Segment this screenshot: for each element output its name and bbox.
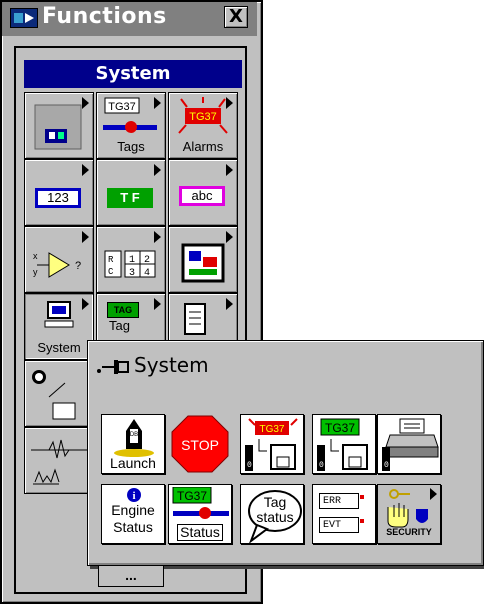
tag-log-button[interactable]: TG37 0 [312,414,376,474]
waveform-icon [31,439,89,485]
array-subpalette[interactable]: RC 12 34 [96,226,166,293]
alarm-log-icon: TG37 0 [245,418,298,471]
evt-field: EVT [319,517,359,533]
system-subpalette[interactable]: System [24,293,94,360]
svg-text:2: 2 [144,255,150,266]
tag-status-bubble-line1: Tag [263,494,287,510]
submenu-arrow-icon [154,231,161,243]
svg-text:0: 0 [384,461,389,470]
category-header: System [24,60,242,88]
stop-button[interactable]: STOP [168,414,232,474]
submenu-arrow-icon [226,298,233,310]
tag-status-button[interactable]: TG37 Status [168,484,232,544]
err-field: ERR [319,493,359,509]
tag-caption: Tag [109,318,130,333]
svg-text:STOP: STOP [181,437,219,453]
printer-button[interactable]: 0 [377,414,441,474]
timing-icon [32,370,76,420]
file-icon [184,303,206,335]
security-icon [387,489,428,528]
more-button[interactable]: ... [98,565,164,587]
svg-text:x: x [33,251,38,261]
window-title: Functions [42,4,167,29]
boolean-subpalette[interactable]: T F [96,159,166,226]
svg-text:0: 0 [247,461,252,470]
submenu-arrow-icon [154,298,161,310]
info-icon: i [127,488,141,502]
tag-status-label: Status [177,524,223,541]
alarms-icon: TG37 [178,97,228,134]
system-palette-title: System [134,353,209,377]
computer-icon [44,301,74,328]
launch-rocket-icon: DB [114,419,154,457]
string-icon: abc [179,186,225,206]
comparison-icon: xy ? [33,251,81,278]
svg-text:1: 1 [129,255,135,266]
string-subpalette[interactable]: abc [168,159,238,226]
svg-text:4: 4 [144,268,150,279]
system-caption: System [37,340,81,355]
numeric-icon: 123 [35,188,81,208]
tag-status-icon: TG37 [172,487,229,519]
engine-status-line2: Status [113,519,153,535]
alarm-log-button[interactable]: TG37 0 [240,414,304,474]
launch-button[interactable]: DB Launch [101,414,165,474]
evt-indicator-icon [360,519,364,523]
printer-icon: 0 [382,418,439,471]
svg-text:y: y [33,267,38,277]
engine-status-button[interactable]: i Engine Status [101,484,165,544]
tags-caption: Tags [117,139,145,154]
numeric-subpalette[interactable]: 123 [24,159,94,226]
panel-icon [34,104,82,150]
array-icon: RC 12 34 [104,250,156,279]
submenu-arrow-icon [82,231,89,243]
svg-text:TG37: TG37 [177,489,207,503]
timing-subpalette[interactable] [24,360,94,427]
svg-text:3: 3 [129,268,135,279]
tags-subpalette[interactable]: TG37 Tags [96,92,166,159]
panel-subpalette[interactable] [24,92,94,159]
submenu-arrow-icon [82,298,89,310]
launch-label: Launch [110,455,156,471]
submenu-arrow-icon [154,164,161,176]
svg-text:?: ? [75,260,81,272]
svg-text:TG37: TG37 [189,111,217,123]
tag-icon: TAG [107,302,139,318]
submenu-arrow-icon [82,164,89,176]
security-subpalette[interactable]: SECURITY [377,484,441,544]
svg-text:0: 0 [319,461,324,470]
svg-text:C: C [108,267,114,277]
engine-status-line1: Engine [111,502,155,518]
cluster-subpalette[interactable] [168,226,238,293]
svg-text:R: R [108,255,114,265]
submenu-arrow-icon [226,164,233,176]
pin-icon[interactable] [96,356,132,378]
boolean-icon: T F [107,188,153,208]
svg-text:TG37: TG37 [108,101,136,113]
error-event-button[interactable]: ERR EVT [312,484,376,544]
functions-window-icon [10,8,38,28]
cluster-icon [181,243,225,283]
alarms-subpalette[interactable]: TG37 Alarms [168,92,238,159]
security-label: SECURITY [386,527,432,537]
tag-status-bubble-button[interactable]: Tag status [240,484,304,544]
tags-icon: TG37 [103,97,157,133]
svg-text:DB: DB [130,432,138,438]
tag-log-icon: TG37 0 [317,418,368,471]
svg-text:i: i [132,490,135,502]
svg-text:TG37: TG37 [325,421,355,435]
svg-text:TG37: TG37 [259,424,284,435]
tag-status-bubble-line2: status [256,509,294,525]
stop-sign-icon: STOP [171,415,229,473]
err-indicator-icon [360,495,364,499]
waveform-subpalette[interactable] [24,427,94,494]
close-button[interactable]: X [224,6,248,28]
comparison-subpalette[interactable]: xy ? [24,226,94,293]
alarms-caption: Alarms [182,139,224,154]
